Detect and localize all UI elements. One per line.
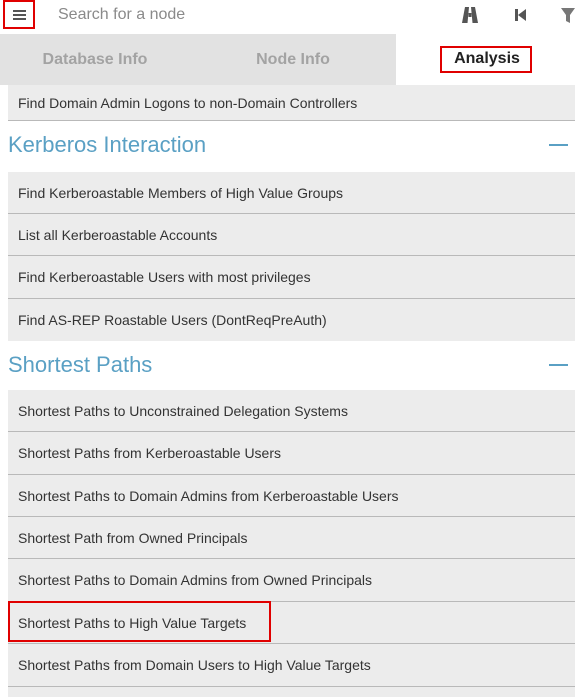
- query-item[interactable]: List all Kerberoastable Accounts: [8, 214, 575, 256]
- collapse-icon[interactable]: [549, 144, 568, 146]
- query-label: Shortest Paths to Domain Admins from Ker…: [18, 487, 399, 504]
- section-title: Shortest Paths: [8, 352, 153, 377]
- hamburger-menu-icon[interactable]: [3, 0, 35, 29]
- query-label: Find Domain Admin Logons to non-Domain C…: [18, 94, 358, 111]
- collapse-icon[interactable]: [549, 364, 568, 366]
- section-title: Kerberos Interaction: [8, 132, 207, 157]
- query-item[interactable]: Shortest Paths from Domain Users to High…: [8, 644, 575, 687]
- tab-analysis[interactable]: Analysis: [396, 34, 576, 85]
- query-label: Shortest Paths from Domain Users to High…: [18, 657, 371, 673]
- query-item[interactable]: Find Domain Admin Logons to non-Domain C…: [8, 85, 575, 121]
- query-label: List all Kerberoastable Accounts: [18, 226, 218, 243]
- query-item[interactable]: Find AS-REP Roastable Users (DontReqPreA…: [8, 299, 575, 341]
- section-header-kerberos[interactable]: Kerberos Interaction: [0, 121, 576, 169]
- query-label: Find AS-REP Roastable Users (DontReqPreA…: [18, 312, 327, 328]
- back-icon[interactable]: [513, 6, 529, 24]
- tab-label: Analysis: [440, 46, 532, 73]
- tab-database-info[interactable]: Database Info: [0, 34, 190, 85]
- section-header-shortest-paths[interactable]: Shortest Paths: [0, 341, 576, 389]
- query-item[interactable]: Shortest Paths to Domain Admins from Own…: [8, 559, 575, 602]
- tab-node-info[interactable]: Node Info: [190, 34, 396, 85]
- tab-label: Database Info: [42, 50, 148, 68]
- query-label: Shortest Path from Owned Principals: [18, 529, 248, 546]
- query-item[interactable]: Shortest Paths to Unconstrained Delegati…: [8, 390, 575, 432]
- query-label: Shortest Paths to High Value Targets: [18, 614, 247, 631]
- query-label: Shortest Paths from Kerberoastable Users: [18, 445, 282, 461]
- analysis-panel: Find Domain Admin Logons to non-Domain C…: [0, 85, 576, 697]
- query-label: Find Kerberoastable Members of High Valu…: [18, 184, 344, 201]
- pathfinding-icon[interactable]: [462, 6, 478, 24]
- filter-icon[interactable]: [561, 6, 576, 24]
- query-item[interactable]: Shortest Path from Owned Principals: [8, 517, 575, 559]
- query-item-highlighted[interactable]: Shortest Paths to High Value Targets: [8, 602, 575, 644]
- query-item[interactable]: Find Kerberoastable Members of High Valu…: [8, 172, 575, 214]
- search-input[interactable]: [52, 2, 424, 28]
- tab-bar: Database Info Node Info Analysis: [0, 34, 576, 85]
- tab-label: Node Info: [256, 50, 330, 68]
- query-label: Shortest Paths to Domain Admins from Own…: [18, 572, 373, 588]
- query-item[interactable]: Shortest Paths to Domain Admins from Ker…: [8, 475, 575, 517]
- query-item[interactable]: Shortest Paths from Kerberoastable Users: [8, 432, 575, 475]
- query-label: Shortest Paths to Unconstrained Delegati…: [18, 402, 348, 419]
- search-bar: [0, 0, 576, 34]
- query-label: Find Kerberoastable Users with most priv…: [18, 269, 311, 285]
- query-item[interactable]: [8, 687, 575, 697]
- query-item[interactable]: Find Kerberoastable Users with most priv…: [8, 256, 575, 299]
